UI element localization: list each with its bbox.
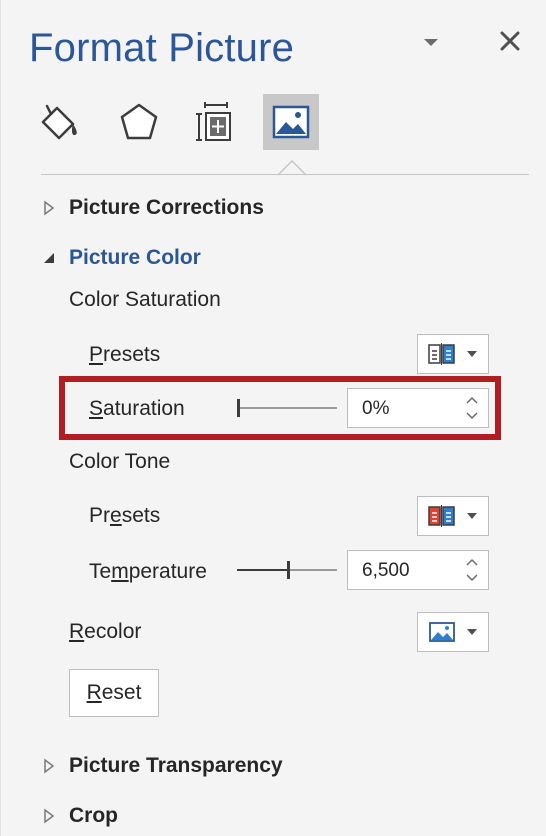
caret-down-icon [467, 351, 477, 357]
tab-picture[interactable] [263, 94, 319, 150]
reset-button[interactable]: Reset [69, 669, 159, 717]
tab-effects[interactable] [111, 94, 167, 150]
format-picture-pane: Format Picture Picture Corrections Pictu… [0, 0, 546, 836]
pentagon-icon [120, 103, 158, 140]
slider-thumb[interactable] [287, 561, 290, 579]
caret-down-icon [424, 39, 438, 46]
tab-divider [41, 174, 529, 175]
section-picture-color[interactable]: Picture Color [39, 243, 201, 273]
close-button[interactable] [495, 26, 525, 56]
color-saturation-heading: Color Saturation [69, 288, 221, 311]
color-tone-heading: Color Tone [69, 450, 171, 473]
recolor-label: Recolor [69, 620, 142, 643]
slider-fill [237, 569, 289, 571]
saturation-highlight-box [59, 376, 501, 440]
tone-presets-icon [428, 505, 455, 527]
picture-icon [272, 105, 310, 139]
tab-size-and-properties[interactable] [187, 94, 243, 150]
caret-down-icon [467, 629, 477, 635]
section-label: Picture Color [69, 246, 201, 269]
expand-triangle-icon [39, 198, 59, 218]
temperature-label: Temperature [89, 560, 207, 583]
caret-down-icon [467, 513, 477, 519]
section-label: Picture Corrections [69, 196, 264, 219]
tone-presets-label: Presets [89, 504, 161, 527]
close-icon [500, 31, 520, 51]
expand-triangle-icon [39, 756, 59, 776]
temperature-slider[interactable] [237, 560, 337, 580]
tone-presets-dropdown[interactable] [417, 496, 489, 536]
recolor-dropdown[interactable] [417, 612, 489, 652]
section-label: Crop [69, 804, 118, 827]
saturation-presets-label: Presets [89, 343, 161, 366]
temperature-value: 6,500 [362, 560, 410, 581]
expand-triangle-icon [39, 806, 59, 826]
section-picture-transparency[interactable]: Picture Transparency [39, 751, 283, 781]
collapse-triangle-icon [39, 248, 59, 268]
pane-tabs [1, 86, 546, 176]
spin-arrows-icon[interactable] [462, 555, 482, 585]
temperature-spinbox[interactable]: 6,500 [347, 550, 489, 590]
tab-fill-and-line[interactable] [31, 94, 87, 150]
section-crop[interactable]: Crop [39, 801, 118, 831]
section-label: Picture Transparency [69, 754, 283, 777]
pane-title: Format Picture [29, 26, 295, 70]
pane-options-dropdown[interactable] [419, 30, 443, 54]
size-properties-icon [196, 102, 231, 141]
saturation-presets-dropdown[interactable] [417, 334, 489, 374]
section-picture-corrections[interactable]: Picture Corrections [39, 193, 264, 223]
paint-bucket-icon [41, 104, 77, 140]
recolor-picture-icon [429, 622, 455, 642]
color-presets-icon [428, 343, 455, 365]
